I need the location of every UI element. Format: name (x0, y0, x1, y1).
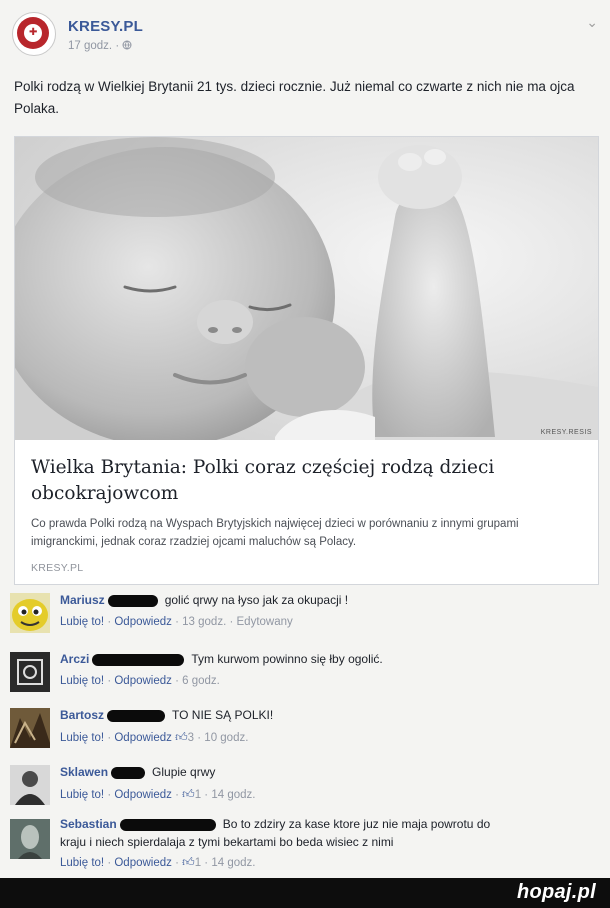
reply-link[interactable]: Odpowiedz (114, 789, 172, 801)
like-link[interactable]: Lubię to! (60, 616, 104, 628)
avatar[interactable] (10, 765, 50, 805)
like-count[interactable]: 1 (195, 857, 201, 869)
thumbs-up-icon: 👍︎ (182, 787, 195, 801)
comment-text: Tym kurwom powinno się łby ogolić. (191, 652, 383, 666)
comment-author[interactable]: Sklawen (60, 765, 108, 779)
redaction-bar (107, 594, 158, 607)
comment-line-continued: kraju i niech spierdalaja z tymi bekarta… (60, 833, 600, 851)
comment-actions: Lubię to! · Odpowiedz 👍︎3 · 10 godz. (60, 726, 600, 749)
reply-link[interactable]: Odpowiedz (114, 857, 172, 869)
comment-line: Sklawen Glupie qrwy (60, 761, 600, 783)
link-domain: KRESY.PL (31, 562, 84, 574)
comment-time[interactable]: 14 godz. (211, 789, 255, 801)
redaction-bar (107, 709, 166, 722)
comment-author[interactable]: Arczi (60, 652, 89, 666)
comment-actions: Lubię to! · Odpowiedz · 👍︎1 · 14 godz. (60, 851, 600, 874)
comment-text: Glupie qrwy (152, 765, 216, 779)
link-title[interactable]: Wielka Brytania: Polki coraz częściej ro… (31, 455, 581, 507)
link-description: Co prawda Polki rodzą na Wyspach Brytyjs… (31, 518, 519, 548)
site-brand: hopaj.pl (516, 881, 596, 903)
comment-author[interactable]: Mariusz (60, 593, 105, 607)
image-watermark: KRESY.RESIS (540, 429, 592, 436)
redaction-bar (119, 818, 216, 831)
post-header: ✚ KRESY.PL 17 godz. · ⌄ (12, 12, 602, 62)
avatar[interactable] (10, 652, 50, 692)
comment-line: Mariusz golić qrwy na łyso jak za okupacj… (60, 589, 600, 611)
comment-actions: Lubię to! · Odpowiedz · 13 godz. · Edyto… (60, 616, 293, 628)
post-time[interactable]: 17 godz. (68, 40, 112, 52)
avatar[interactable] (10, 593, 50, 633)
avatar[interactable] (10, 708, 50, 748)
like-link[interactable]: Lubię to! (60, 857, 104, 869)
comment-time[interactable]: 10 godz. (204, 732, 248, 744)
comment: Mariusz golić qrwy na łyso jak za okupacj… (10, 589, 600, 645)
comment: Sebastian Bo to zdziry za kase ktore juz … (10, 815, 600, 877)
comment-line: Bartosz TO NIE SĄ POLKI! (60, 704, 600, 726)
thumbs-up-icon: 👍︎ (182, 855, 195, 869)
facebook-post: ✚ KRESY.PL 17 godz. · ⌄ Polki rodzą w Wi… (0, 0, 610, 878)
edited-label: Edytowany (236, 616, 293, 628)
sleeping-baby-photo[interactable]: KRESY.RESIS (15, 137, 598, 440)
reply-link[interactable]: Odpowiedz (114, 616, 172, 628)
page-name-link[interactable]: KRESY.PL (68, 18, 143, 35)
logo-emblem-icon: ✚ (17, 17, 49, 49)
watermark-footer: hopaj.pl (0, 878, 610, 908)
post-meta: 17 godz. · (68, 40, 132, 52)
comment-line: Arczi Tym kurwom powinno się łby ogolić. (60, 648, 600, 670)
like-link[interactable]: Lubię to! (60, 789, 104, 801)
redaction-bar (111, 766, 146, 779)
reply-link[interactable]: Odpowiedz (114, 732, 172, 744)
comment-author[interactable]: Bartosz (60, 708, 104, 722)
avatar[interactable] (10, 819, 50, 859)
chevron-down-icon[interactable]: ⌄ (586, 14, 598, 31)
comment-text: TO NIE SĄ POLKI! (172, 708, 274, 722)
link-preview-card[interactable]: KRESY.RESIS Wielka Brytania: Polki coraz… (14, 136, 599, 585)
comment-actions: Lubię to! · Odpowiedz · 👍︎1 · 14 godz. (60, 783, 600, 806)
comment: Sklawen Glupie qrwy Lubię to! · Odpowiedz… (10, 761, 600, 817)
comment-text-continued: kraju i niech spierdalaja z tymi bekarta… (60, 835, 394, 849)
post-message: Polki rodzą w Wielkiej Brytanii 21 tys. … (14, 79, 575, 116)
comment-time[interactable]: 13 godz. (182, 616, 226, 628)
comment-text: Bo to zdziry za kase ktore juz nie maja … (222, 817, 491, 831)
comment-time[interactable]: 6 godz. (182, 675, 220, 687)
redaction-bar (92, 653, 185, 666)
comment: Arczi Tym kurwom powinno się łby ogolić. … (10, 648, 600, 704)
comment-time[interactable]: 14 godz. (211, 857, 255, 869)
like-link[interactable]: Lubię to! (60, 675, 104, 687)
reply-link[interactable]: Odpowiedz (114, 675, 172, 687)
globe-icon (122, 40, 132, 52)
thumbs-up-icon: 👍︎ (175, 730, 188, 744)
comment-text: golić qrwy na łyso jak za okupacji ! (164, 593, 349, 607)
comment-actions: Lubię to! · Odpowiedz · 6 godz. (60, 675, 220, 687)
like-count[interactable]: 1 (195, 789, 201, 801)
comment: Bartosz TO NIE SĄ POLKI! Lubię to! · Odpo… (10, 704, 600, 760)
page-avatar[interactable]: ✚ (12, 12, 56, 56)
like-link[interactable]: Lubię to! (60, 732, 104, 744)
comment-line: Sebastian Bo to zdziry za kase ktore juz … (60, 815, 600, 833)
comment-author[interactable]: Sebastian (60, 817, 117, 831)
like-count[interactable]: 3 (188, 732, 194, 744)
